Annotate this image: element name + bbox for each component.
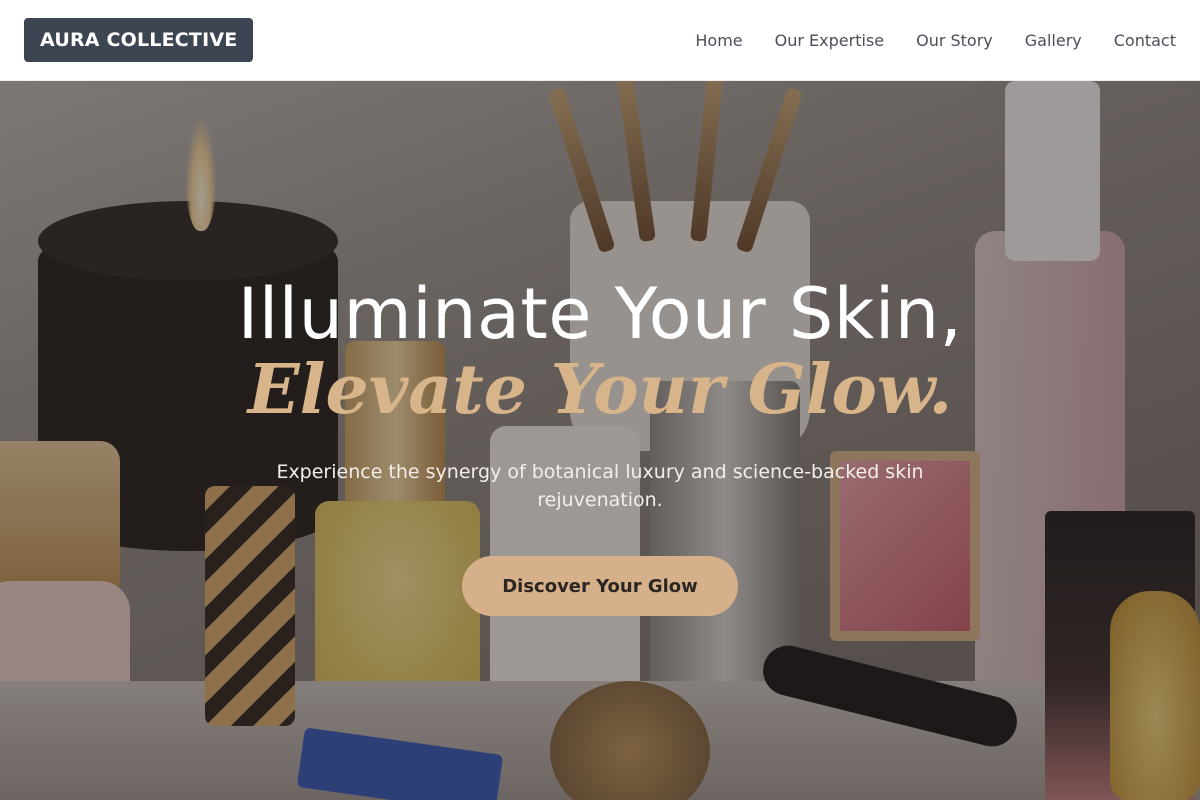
nav-link-gallery[interactable]: Gallery (1025, 31, 1082, 50)
nav-link-our-story[interactable]: Our Story (916, 31, 993, 50)
main-nav: Home Our Expertise Our Story Gallery Con… (695, 31, 1176, 50)
site-header: AURA COLLECTIVE Home Our Expertise Our S… (0, 0, 1200, 81)
nav-link-home[interactable]: Home (695, 31, 742, 50)
hero-subheadline: Elevate Your Glow. (247, 350, 953, 430)
hero-tagline: Experience the synergy of botanical luxu… (276, 461, 924, 511)
hero-content: Illuminate Your Skin, Elevate Your Glow.… (0, 81, 1200, 800)
nav-link-our-expertise[interactable]: Our Expertise (775, 31, 884, 50)
hero-headline: Illuminate Your Skin, (237, 273, 963, 355)
nav-link-contact[interactable]: Contact (1114, 31, 1176, 50)
discover-your-glow-button[interactable]: Discover Your Glow (462, 556, 738, 616)
brand-logo[interactable]: AURA COLLECTIVE (24, 18, 254, 62)
